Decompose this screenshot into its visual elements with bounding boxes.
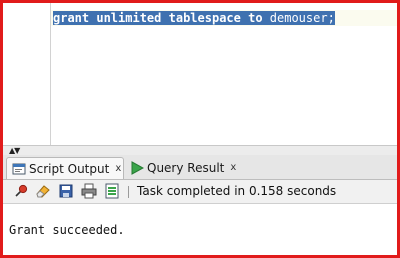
sql-token: unlimited [96,11,162,25]
tab-label: Query Result [147,161,225,175]
print-icon[interactable] [81,183,97,199]
eraser-icon[interactable] [35,183,51,199]
pin-icon[interactable] [13,183,29,199]
script-output-icon [12,162,26,176]
sql-token: to [248,11,263,25]
window-frame: grant unlimited tablespace to demouser; … [0,0,400,258]
sql-token: tablespace [168,11,241,25]
status-text: Task completed in 0.158 seconds [137,184,337,198]
tab-query-result[interactable]: Query Result x [125,157,237,179]
output-tab-bar: Script Output x Query Result x [3,155,397,180]
tab-label: Script Output [29,161,110,176]
line-number-gutter [3,3,40,145]
close-icon[interactable]: x [230,157,236,179]
sql-statement[interactable]: grant unlimited tablespace to demouser; [53,11,335,26]
sql-token: demouser; [262,11,335,25]
save-icon[interactable] [58,183,74,199]
sql-editor[interactable]: grant unlimited tablespace to demouser; [3,3,397,145]
close-icon[interactable]: x [115,158,121,180]
output-toolbar: Task completed in 0.158 seconds [3,180,397,204]
output-message: Grant succeeded. [9,223,125,237]
fold-column [39,3,51,145]
tab-script-output[interactable]: Script Output x [6,157,124,179]
export-icon[interactable] [104,183,120,199]
script-output-area[interactable]: Grant succeeded. [3,204,397,255]
run-triangle-icon [130,161,144,175]
sql-token: grant [53,11,90,25]
selected-sql: grant unlimited tablespace to demouser; [53,11,335,25]
toolbar-separator [128,186,129,198]
